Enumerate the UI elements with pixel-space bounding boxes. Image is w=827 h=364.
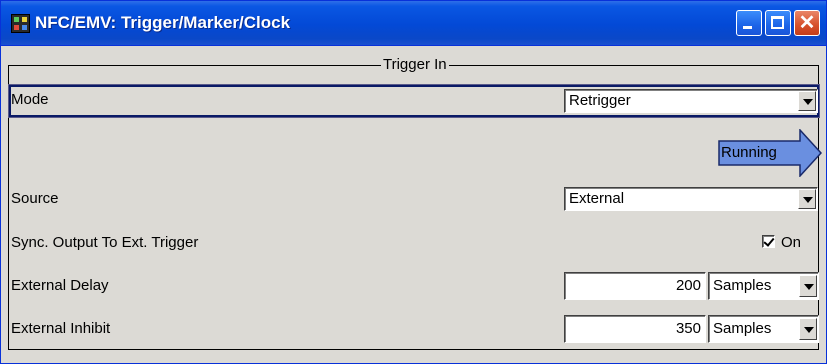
sync-output-state-label: On	[781, 234, 802, 251]
source-value: External	[569, 190, 625, 207]
running-status-label: Running	[721, 144, 777, 161]
external-inhibit-label: External Inhibit	[11, 320, 111, 337]
chevron-down-icon[interactable]	[799, 318, 817, 340]
window-title: NFC/EMV: Trigger/Marker/Clock	[35, 13, 291, 32]
mode-select[interactable]: Retrigger	[564, 89, 818, 113]
sync-output-label: Sync. Output To Ext. Trigger	[11, 234, 199, 251]
group-title: Trigger In	[381, 56, 449, 74]
source-select[interactable]: External	[564, 187, 818, 211]
external-delay-unit: Samples	[713, 277, 772, 294]
external-inhibit-unit-select[interactable]: Samples	[708, 315, 819, 343]
chevron-down-icon[interactable]	[798, 189, 816, 209]
instrument-app-icon[interactable]	[11, 14, 30, 33]
chevron-down-icon[interactable]	[798, 91, 816, 111]
external-delay-value: 200	[675, 277, 701, 294]
title-bar[interactable]: NFC/EMV: Trigger/Marker/Clock ✕	[1, 1, 826, 46]
chevron-down-icon[interactable]	[799, 275, 817, 297]
mode-label: Mode	[11, 91, 49, 108]
sync-output-checkbox[interactable]	[762, 235, 775, 248]
close-icon: ✕	[798, 12, 816, 34]
external-inhibit-value: 350	[675, 320, 701, 337]
mode-value: Retrigger	[569, 92, 631, 109]
external-delay-input[interactable]: 200	[564, 272, 706, 300]
external-delay-unit-select[interactable]: Samples	[708, 272, 819, 300]
dialog-window: NFC/EMV: Trigger/Marker/Clock ✕ Trigger …	[0, 0, 827, 364]
maximize-icon	[771, 16, 784, 29]
maximize-button[interactable]	[765, 10, 791, 36]
minimize-button[interactable]	[736, 10, 762, 36]
external-inhibit-input[interactable]: 350	[564, 315, 706, 343]
external-delay-label: External Delay	[11, 277, 109, 294]
minimize-icon	[743, 26, 752, 29]
close-button[interactable]: ✕	[794, 10, 820, 36]
source-label: Source	[11, 190, 59, 207]
external-inhibit-unit: Samples	[713, 320, 772, 337]
